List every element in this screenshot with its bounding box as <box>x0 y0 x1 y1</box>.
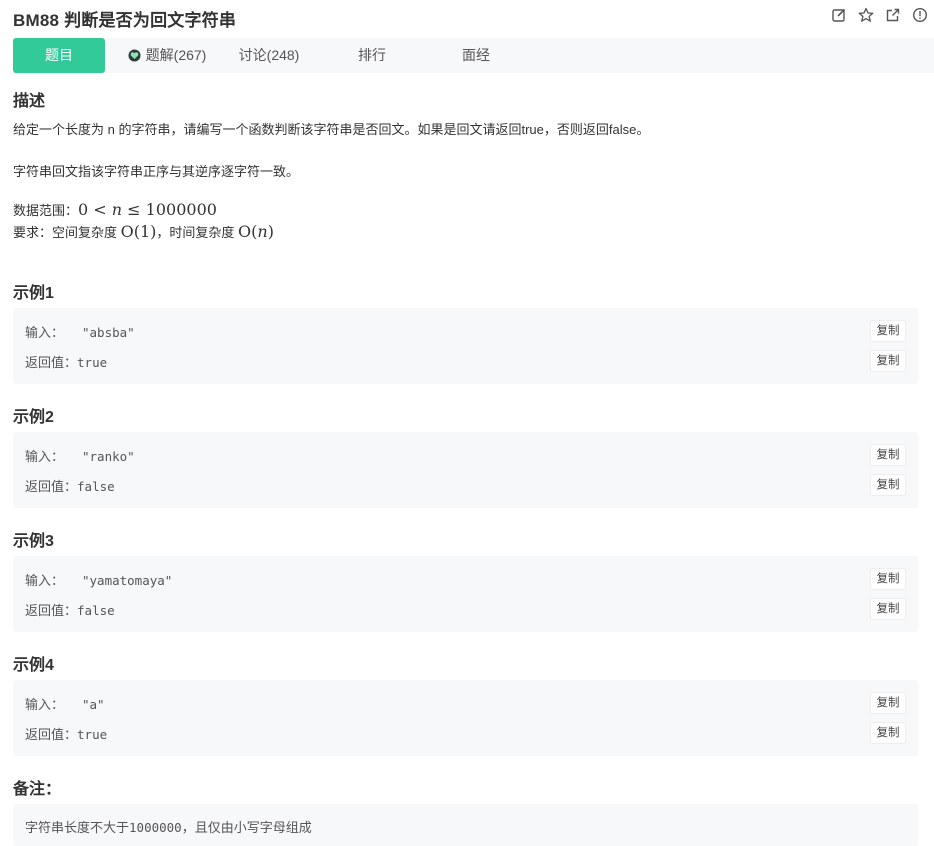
example-heading: 示例2 <box>13 409 54 426</box>
copy-output-button[interactable]: 复制 <box>870 350 906 372</box>
copy-input-button[interactable]: 复制 <box>870 692 906 714</box>
output-value: false <box>77 603 115 618</box>
example-input: 输入： "absba" <box>25 322 135 341</box>
tab-label: 面经 <box>462 47 490 63</box>
example-input: 输入： "a" <box>25 694 105 713</box>
output-label: 返回值： <box>25 603 78 618</box>
tab-interview[interactable]: 面经 <box>447 38 505 73</box>
tab-solutions[interactable]: 题解(267) <box>117 38 217 73</box>
star-icon[interactable] <box>858 7 874 23</box>
time-o: O( <box>238 222 258 241</box>
info-icon[interactable] <box>912 7 928 23</box>
req-mid: ，时间复杂度 <box>156 225 239 240</box>
input-value: "a" <box>82 697 105 712</box>
copy-input-button[interactable]: 复制 <box>870 568 906 590</box>
copy-output-button[interactable]: 复制 <box>870 598 906 620</box>
req-label: 要求：空间复杂度 <box>13 225 121 240</box>
note-heading: 备注： <box>13 781 62 798</box>
description-paragraph: 给定一个长度为 n 的字符串，请编写一个函数判断该字符串是否回文。如果是回文请返… <box>13 122 650 137</box>
edit-icon[interactable] <box>831 7 847 23</box>
space-complexity: O(1) <box>120 222 157 241</box>
example-box: 输入： "absba" 复制 返回值：true 复制 <box>13 308 918 384</box>
copy-input-button[interactable]: 复制 <box>870 320 906 342</box>
copy-output-button[interactable]: 复制 <box>870 474 906 496</box>
input-label: 输入： <box>25 325 65 340</box>
example-box: 输入： "ranko" 复制 返回值：false 复制 <box>13 432 918 508</box>
range-lhs: 0 < <box>78 200 112 219</box>
page-title: BM88 判断是否为回文字符串 <box>13 11 237 30</box>
output-value: true <box>77 355 108 370</box>
header-actions <box>831 7 928 23</box>
time-close: ) <box>267 222 274 241</box>
note-text: 字符串长度不大于1000000，且仅由小写字母组成 <box>25 817 312 836</box>
example-box: 输入： "yamatomaya" 复制 返回值：false 复制 <box>13 556 918 632</box>
description-heading: 描述 <box>13 93 46 110</box>
input-label: 输入： <box>25 573 65 588</box>
input-label: 输入： <box>25 697 65 712</box>
copy-output-button[interactable]: 复制 <box>870 722 906 744</box>
tab-bar: 题目 题解(267) 讨论(248) 排行 面经 <box>13 38 934 73</box>
output-value: true <box>77 727 108 742</box>
tab-label: 题解(267) <box>145 47 207 63</box>
time-complexity: O(n) <box>238 222 274 241</box>
description-paragraph: 字符串回文指该字符串正序与其逆序逐字符一致。 <box>13 164 300 179</box>
example-box: 输入： "a" 复制 返回值：true 复制 <box>13 680 918 756</box>
example-heading: 示例3 <box>13 533 54 550</box>
example-output: 返回值：true <box>25 352 107 371</box>
input-value: "yamatomaya" <box>82 573 173 588</box>
tab-ranking[interactable]: 排行 <box>343 38 401 73</box>
note-text-b: ，且仅由小写字母组成 <box>181 820 312 835</box>
note-box: 字符串长度不大于1000000，且仅由小写字母组成 <box>13 804 918 846</box>
example-input: 输入： "ranko" <box>25 446 135 465</box>
tab-label: 题目 <box>45 47 73 63</box>
range-formula: 0 < n ≤ 1000000 <box>78 200 217 219</box>
output-label: 返回值： <box>25 479 78 494</box>
problem-header: BM88 判断是否为回文字符串 <box>13 0 934 34</box>
example-heading: 示例4 <box>13 657 54 674</box>
tab-label: 排行 <box>358 47 386 63</box>
input-value: "absba" <box>82 325 135 340</box>
tab-problem[interactable]: 题目 <box>13 38 105 73</box>
note-text-a: 字符串长度不大于 <box>25 820 130 835</box>
heart-badge-icon <box>128 49 141 62</box>
tab-label: 讨论(248) <box>238 47 300 63</box>
output-label: 返回值： <box>25 727 78 742</box>
output-value: false <box>77 479 115 494</box>
example-output: 返回值：true <box>25 724 107 743</box>
data-range: 数据范围：0 < n ≤ 1000000 <box>13 200 217 219</box>
copy-input-button[interactable]: 复制 <box>870 444 906 466</box>
share-icon[interactable] <box>885 7 901 23</box>
example-input: 输入： "yamatomaya" <box>25 570 172 589</box>
range-var: n <box>111 200 123 219</box>
example-output: 返回值：false <box>25 600 115 619</box>
output-label: 返回值： <box>25 355 78 370</box>
tab-discussion[interactable]: 讨论(248) <box>229 38 309 73</box>
time-var: n <box>257 222 268 241</box>
range-label: 数据范围： <box>13 203 79 218</box>
example-output: 返回值：false <box>25 476 115 495</box>
example-heading: 示例1 <box>13 285 54 302</box>
input-value: "ranko" <box>82 449 135 464</box>
complexity-requirement: 要求：空间复杂度 O(1)，时间复杂度 O(n) <box>13 222 274 241</box>
range-rhs: ≤ 1000000 <box>122 200 217 219</box>
note-code: 1000000 <box>129 820 182 835</box>
input-label: 输入： <box>25 449 65 464</box>
